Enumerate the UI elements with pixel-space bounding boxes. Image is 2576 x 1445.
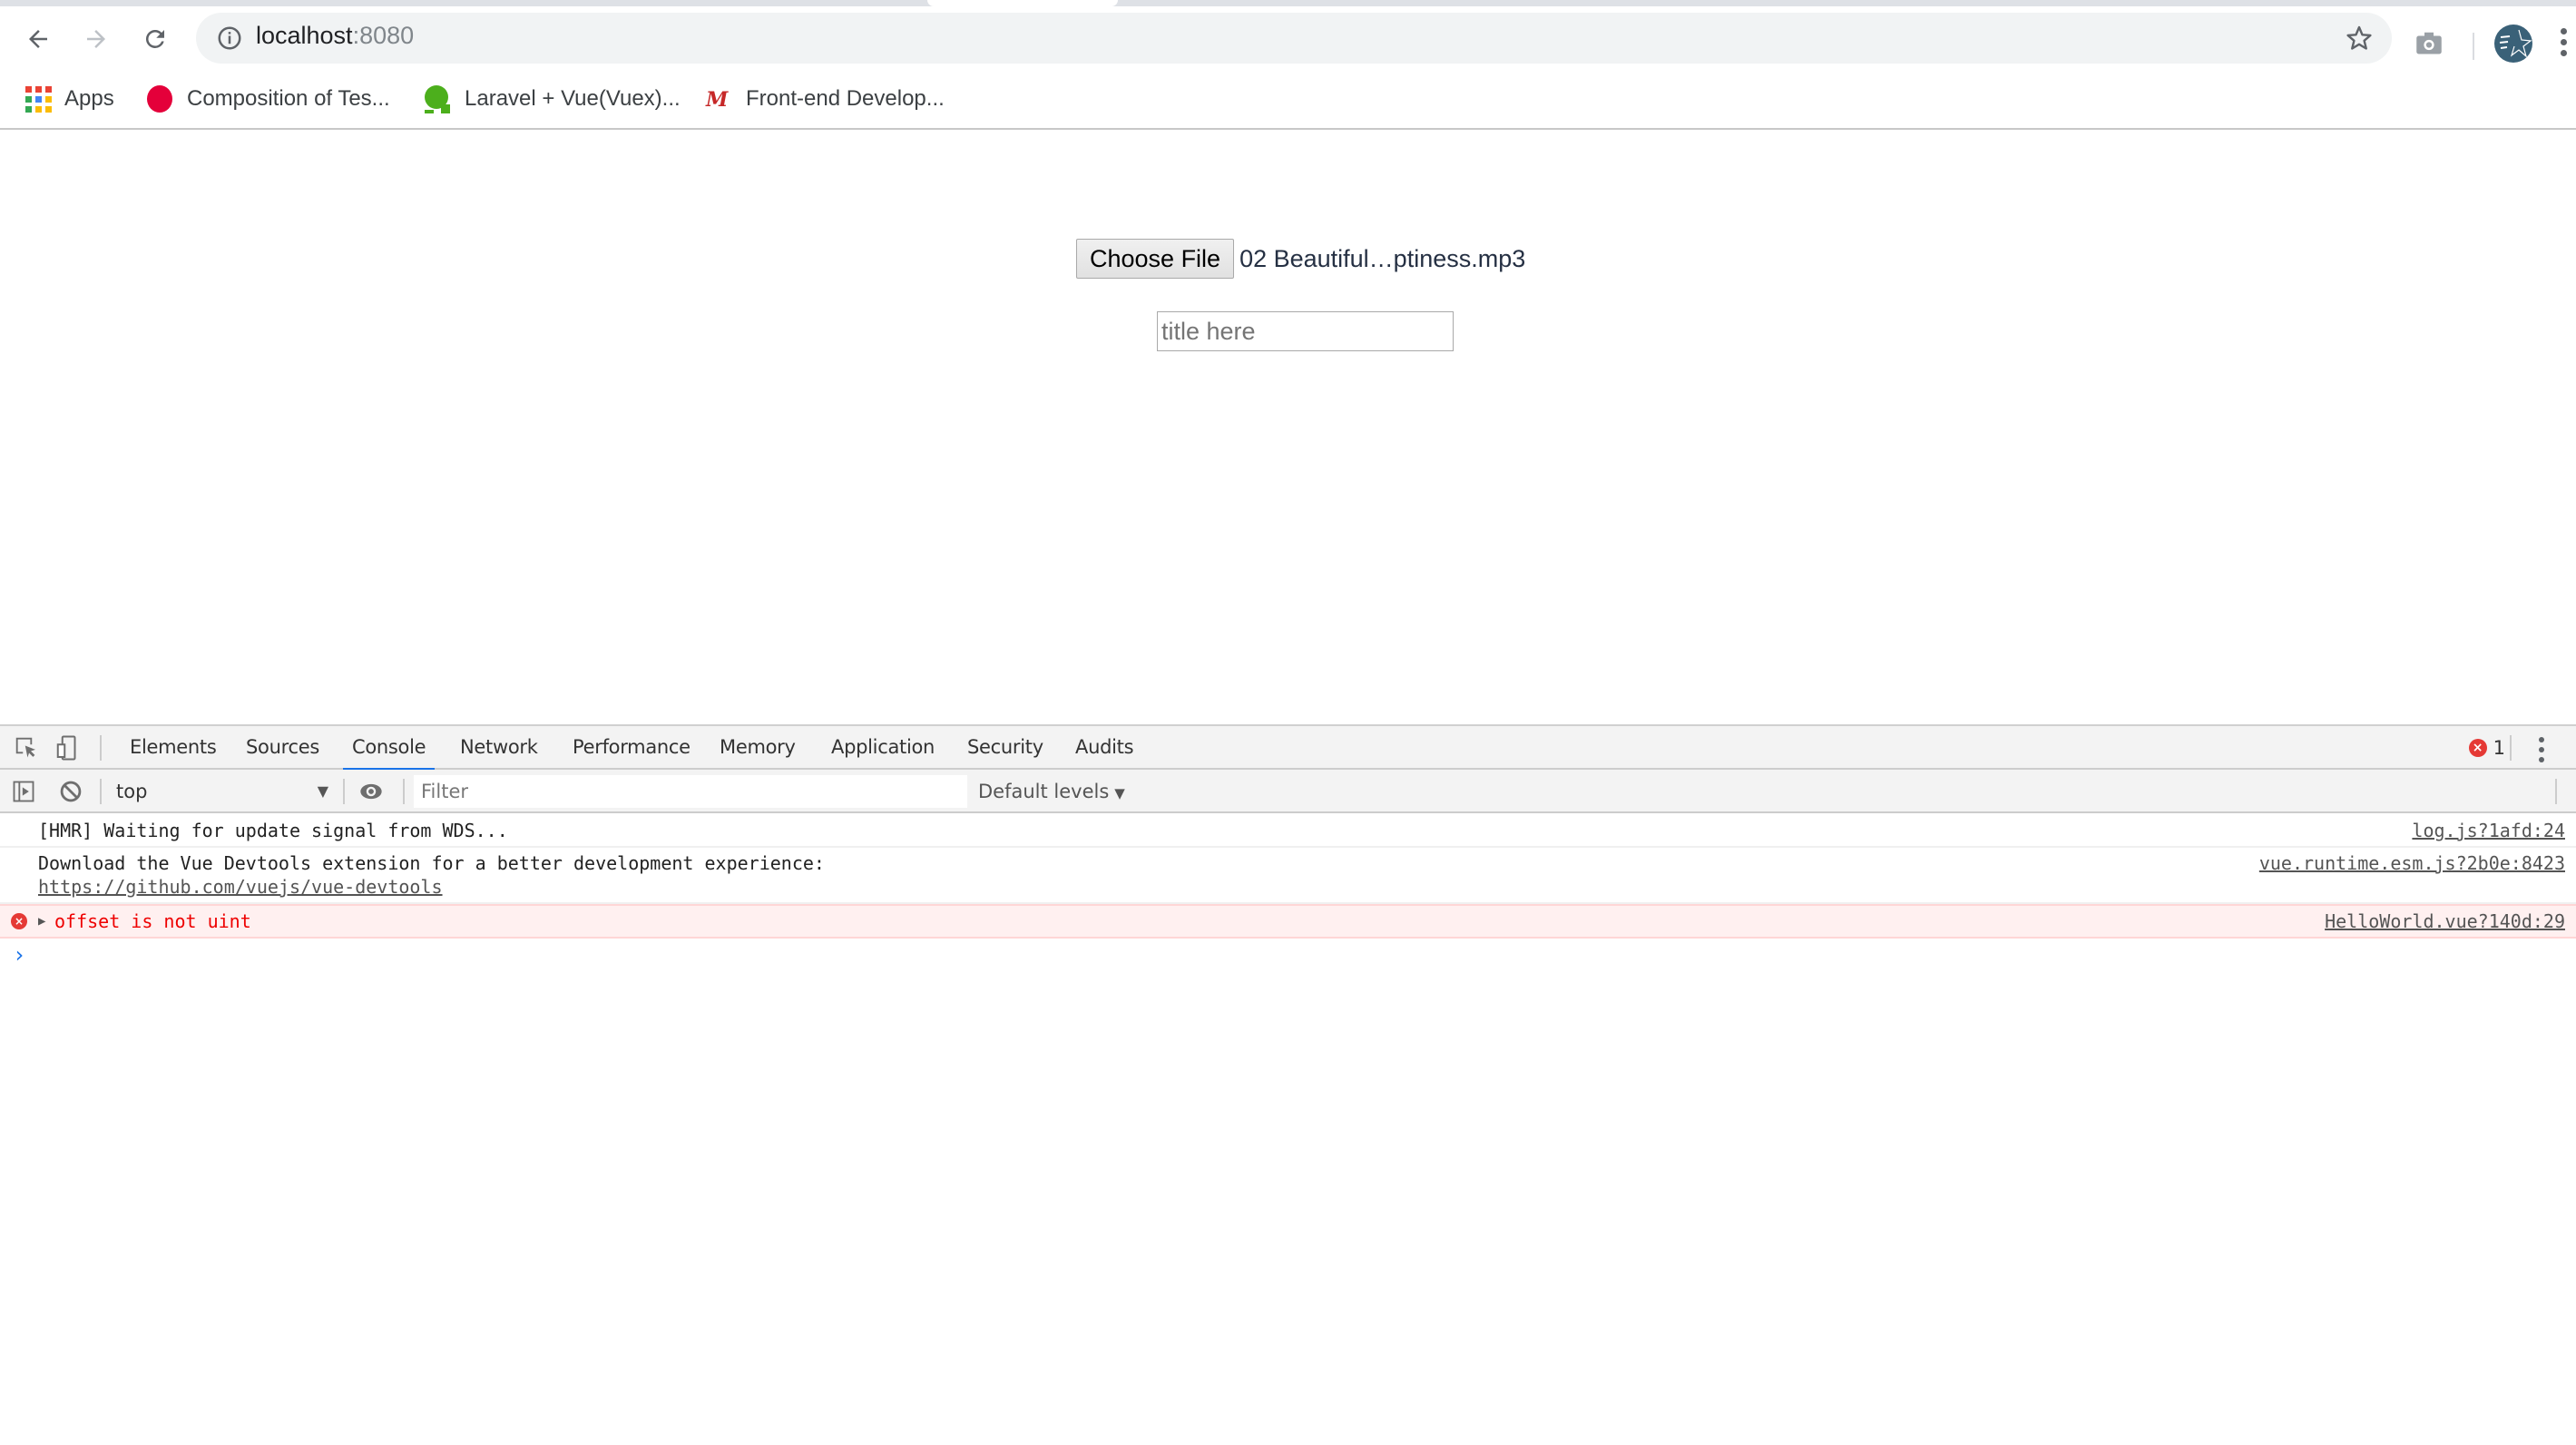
star-avatar-icon: [2499, 29, 2532, 58]
bookmark-label: Apps: [64, 86, 114, 111]
console-messages: [HMR] Waiting for update signal from WDS…: [0, 815, 2576, 969]
error-icon: ×: [2468, 739, 2487, 757]
context-selector[interactable]: top ▼: [107, 777, 334, 806]
expand-triangle-icon[interactable]: ▶: [38, 909, 45, 933]
green-q-favicon: [423, 84, 452, 113]
selected-file-name: 02 Beautiful…ptiness.mp3: [1239, 244, 1526, 272]
bookmarks-bar: Apps Composition of Tes... Laravel + Vue…: [0, 70, 2576, 130]
browser-toolbar: localhost:8080: [0, 6, 2576, 70]
error-counter[interactable]: × 1: [2468, 737, 2505, 759]
message-text: Download the Vue Devtools extension for …: [38, 852, 825, 874]
bookmark-apps[interactable]: Apps: [25, 83, 114, 115]
bookmark-composition[interactable]: Composition of Tes...: [145, 83, 390, 115]
message-text: offset is not uint: [54, 910, 251, 932]
clear-console-icon[interactable]: [58, 779, 83, 804]
console-filter-input[interactable]: [414, 775, 967, 808]
show-sidebar-icon[interactable]: [11, 779, 36, 804]
inspect-element-icon[interactable]: [13, 734, 40, 762]
devtools-menu-button[interactable]: [2537, 737, 2548, 770]
profile-avatar[interactable]: [2494, 25, 2532, 63]
apps-grid-icon: [25, 85, 52, 113]
tab-security[interactable]: Security: [967, 726, 1043, 770]
red-m-favicon: M: [705, 88, 729, 112]
devtools-tabbar: Elements Sources Console Network Perform…: [0, 726, 2576, 772]
log-levels-dropdown[interactable]: Default levels ▼: [978, 777, 1125, 806]
console-message: [HMR] Waiting for update signal from WDS…: [0, 815, 2576, 848]
back-button[interactable]: [18, 19, 58, 59]
file-input[interactable]: Choose File 02 Beautiful…ptiness.mp3: [1076, 239, 1525, 279]
console-message: Download the Vue Devtools extension for …: [0, 848, 2576, 904]
tab-audits[interactable]: Audits: [1075, 726, 1134, 770]
tab-performance[interactable]: Performance: [573, 726, 691, 770]
console-error-message[interactable]: × ▶ offset is not uint HelloWorld.vue?14…: [0, 904, 2576, 939]
title-input[interactable]: [1157, 311, 1454, 351]
console-prompt[interactable]: ›: [0, 939, 2576, 969]
url-host: localhost: [256, 22, 353, 49]
message-source-link[interactable]: HelloWorld.vue?140d:29: [2325, 909, 2565, 933]
choose-file-button[interactable]: Choose File: [1076, 239, 1235, 279]
chrome-menu-button[interactable]: [2559, 28, 2570, 61]
message-source-link[interactable]: log.js?1afd:24: [2412, 819, 2565, 842]
tab-elements[interactable]: Elements: [130, 726, 217, 770]
error-icon: ×: [11, 913, 27, 929]
address-bar[interactable]: localhost:8080: [196, 13, 2392, 64]
arrow-right-icon: [87, 30, 105, 48]
bookmark-label: Laravel + Vue(Vuex)...: [465, 86, 681, 111]
reload-icon: [145, 29, 164, 48]
bookmark-frontend[interactable]: M Front-end Develop...: [704, 83, 945, 115]
reload-button[interactable]: [135, 19, 175, 59]
prompt-chevron-icon: ›: [13, 942, 26, 968]
dropdown-arrow-icon: ▼: [317, 782, 328, 800]
active-tab[interactable]: [927, 0, 1118, 6]
tabbar-divider-right: [2510, 735, 2512, 761]
forward-button[interactable]: [76, 19, 116, 59]
message-source-link[interactable]: vue.runtime.esm.js?2b0e:8423: [2259, 851, 2565, 875]
tab-network[interactable]: Network: [460, 726, 538, 770]
tab-memory[interactable]: Memory: [720, 726, 796, 770]
console-toolbar: top ▼ Default levels▼: [0, 770, 2576, 813]
url-port: :8080: [352, 22, 415, 49]
tab-sources[interactable]: Sources: [246, 726, 319, 770]
page-content: Choose File 02 Beautiful…ptiness.mp3: [0, 132, 2576, 724]
context-value: top: [116, 781, 148, 802]
filterbar-divider: [343, 779, 345, 804]
bookmark-label: Front-end Develop...: [746, 86, 945, 111]
live-expression-eye-icon[interactable]: [358, 779, 385, 804]
filterbar-divider: [100, 779, 102, 804]
filterbar-divider-right: [2555, 779, 2557, 804]
levels-label: Default levels: [978, 781, 1110, 802]
svg-text:M: M: [705, 88, 729, 112]
vue-devtools-link[interactable]: https://github.com/vuejs/vue-devtools: [38, 876, 443, 898]
tab-strip: [0, 0, 2576, 6]
camera-icon[interactable]: [2415, 30, 2443, 55]
red-circle-favicon: [147, 85, 172, 113]
devtools-panel: Elements Sources Console Network Perform…: [0, 724, 2576, 1445]
dropdown-arrow-icon: ▼: [1114, 785, 1125, 801]
bookmark-laravel-vue[interactable]: Laravel + Vue(Vuex)...: [423, 83, 681, 115]
tabbar-divider: [100, 735, 102, 761]
tab-console[interactable]: Console: [342, 726, 436, 772]
filterbar-divider: [403, 779, 405, 804]
bookmark-star-icon[interactable]: [2345, 24, 2374, 53]
error-count-value: 1: [2493, 737, 2505, 759]
message-text: [HMR] Waiting for update signal from WDS…: [38, 820, 508, 841]
arrow-left-icon: [29, 30, 47, 48]
tab-application[interactable]: Application: [831, 726, 935, 770]
toolbar-divider: [2473, 33, 2474, 60]
bookmark-label: Composition of Tes...: [187, 86, 390, 111]
url-text[interactable]: localhost:8080: [256, 22, 414, 50]
info-icon[interactable]: [216, 25, 243, 52]
device-toolbar-icon[interactable]: [54, 734, 82, 762]
